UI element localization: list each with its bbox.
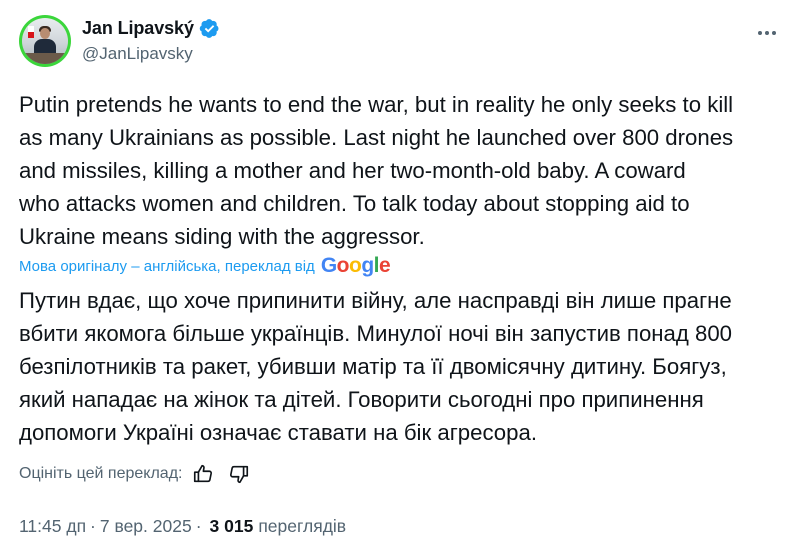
rate-translation-label: Оцініть цей переклад: [19, 465, 183, 482]
author-handle[interactable]: @JanLipavsky [82, 44, 193, 64]
meta-separator: · [90, 515, 96, 536]
google-wordmark-letter: e [378, 254, 391, 277]
translation-note[interactable]: Мова оригіналу – англійська, переклад ві… [19, 253, 391, 279]
author-name[interactable]: Jan Lipavský [82, 18, 194, 39]
tweet-card: Jan Lipavský @JanLipavsky Putin pretends… [0, 0, 793, 552]
author-name-row: Jan Lipavský [82, 17, 220, 39]
thumbs-down-icon[interactable] [228, 463, 250, 485]
tweet-text-translated: Путин вдає, що хоче припинити війну, але… [19, 288, 733, 445]
avatar[interactable] [19, 15, 71, 67]
google-wordmark-letter: G [320, 254, 337, 277]
google-wordmark-letter: g [361, 254, 374, 277]
tweet-date[interactable]: 7 вер. 2025 [100, 516, 192, 537]
tweet-meta: 11:45 дп · 7 вер. 2025 · 3 015 перегляді… [19, 514, 346, 538]
meta-separator-2: · [195, 515, 202, 536]
tweet-time[interactable]: 11:45 дп [19, 516, 86, 537]
verified-badge-icon[interactable] [199, 18, 220, 39]
tweet-text-original: Putin pretends he wants to end the war, … [19, 92, 734, 249]
more-horizontal-icon[interactable] [756, 22, 778, 44]
views-label: переглядів [258, 515, 347, 536]
google-wordmark: Google [320, 254, 391, 277]
google-logo: Google [320, 254, 391, 278]
google-wordmark-letter: o [336, 254, 350, 277]
views-count[interactable]: 3 015 [210, 516, 254, 537]
google-wordmark-letter: o [348, 254, 362, 277]
avatar-photo [22, 18, 68, 64]
rate-translation-row: Оцініть цей переклад: [19, 462, 250, 486]
translation-note-label: Мова оригіналу – англійська, переклад ві… [19, 257, 315, 275]
thumbs-up-icon[interactable] [192, 463, 214, 485]
